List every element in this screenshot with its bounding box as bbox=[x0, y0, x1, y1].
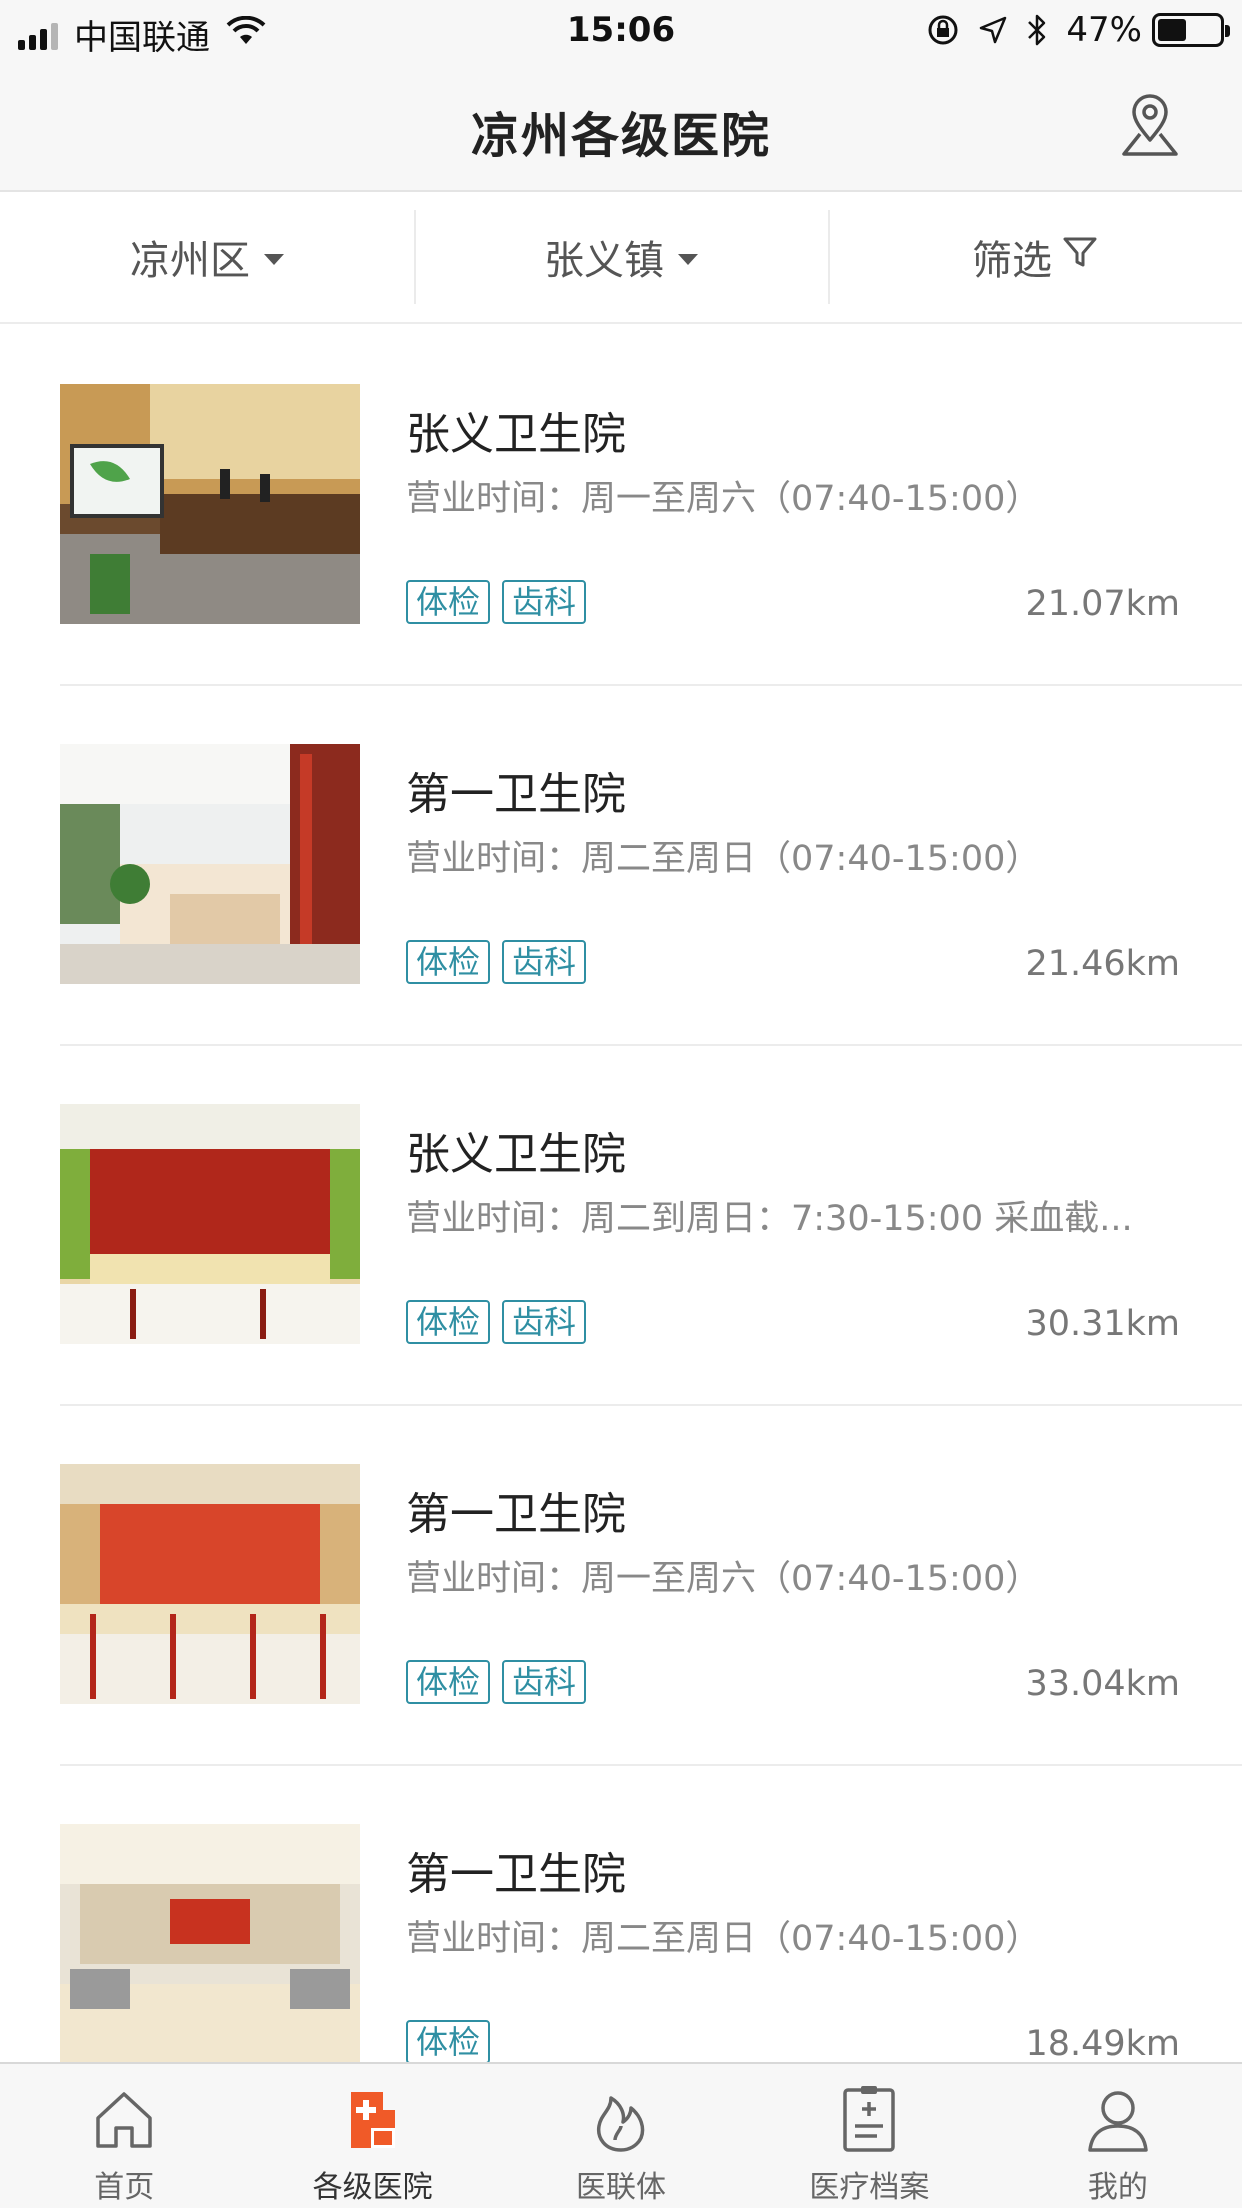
hospital-distance: 18.49km bbox=[1025, 2024, 1180, 2064]
district-filter-label: 凉州区 bbox=[130, 238, 250, 284]
tab-hospitals-label: 各级医院 bbox=[312, 2170, 433, 2205]
hospital-distance: 21.07km bbox=[1025, 584, 1180, 624]
hospital-hours: 营业时间：周一至周六（07:40-15:00） bbox=[406, 1559, 1041, 1599]
hospital-tags: 体检 齿科 bbox=[406, 580, 598, 624]
hospital-tags: 体检 齿科 bbox=[406, 1300, 598, 1344]
hospital-distance: 21.46km bbox=[1025, 944, 1180, 984]
tag-dental: 齿科 bbox=[502, 1660, 587, 1704]
hospital-photo bbox=[60, 384, 360, 624]
hospital-hours: 营业时间：周二到周日：7:30-15:00 采血截... bbox=[406, 1199, 1133, 1239]
tab-profile[interactable]: 我的 bbox=[994, 2064, 1242, 2208]
tab-profile-label: 我的 bbox=[1087, 2170, 1148, 2205]
hospital-list-item[interactable]: 第一卫生院 营业时间：周一至周六（07:40-15:00） 体检 齿科 33.0… bbox=[0, 1406, 1242, 1766]
hospital-name: 张义卫生院 bbox=[406, 409, 626, 460]
tag-dental: 齿科 bbox=[502, 1300, 587, 1344]
tab-alliance-label: 医联体 bbox=[576, 2170, 667, 2205]
tab-bar: 首页 各级医院 医联体 医疗档案 我的 bbox=[0, 2062, 1242, 2208]
rotation-lock-icon bbox=[926, 13, 960, 47]
filter-button[interactable]: 筛选 bbox=[828, 192, 1242, 322]
hospital-photo bbox=[60, 744, 360, 984]
nav-bar: 凉州各级医院 bbox=[0, 60, 1242, 192]
caret-down-icon bbox=[264, 253, 284, 265]
caret-down-icon bbox=[678, 253, 698, 265]
town-filter[interactable]: 张义镇 bbox=[414, 192, 828, 322]
tab-records-label: 医疗档案 bbox=[809, 2170, 930, 2205]
status-right: 47% bbox=[926, 10, 1230, 50]
filter-button-label: 筛选 bbox=[972, 238, 1052, 284]
hospital-icon bbox=[350, 2092, 395, 2148]
battery-percent: 47% bbox=[1066, 10, 1142, 50]
tab-home-label: 首页 bbox=[94, 2170, 155, 2205]
home-icon bbox=[96, 2092, 152, 2148]
tab-records[interactable]: 医疗档案 bbox=[745, 2064, 993, 2208]
hospital-tags: 体检 齿科 bbox=[406, 1660, 598, 1704]
tab-home[interactable]: 首页 bbox=[0, 2064, 248, 2208]
hospital-hours: 营业时间：周二至周日（07:40-15:00） bbox=[406, 839, 1041, 879]
tag-checkup: 体检 bbox=[406, 940, 491, 984]
tag-dental: 齿科 bbox=[502, 940, 587, 984]
hospital-list-item[interactable]: 张义卫生院 营业时间：周一至周六（07:40-15:00） 体检 齿科 21.0… bbox=[0, 326, 1242, 686]
page-title: 凉州各级医院 bbox=[470, 108, 771, 164]
tag-checkup: 体检 bbox=[406, 580, 491, 624]
hospital-photo bbox=[60, 1824, 360, 2064]
tag-dental: 齿科 bbox=[502, 580, 587, 624]
hospital-distance: 33.04km bbox=[1025, 1664, 1180, 1704]
town-filter-label: 张义镇 bbox=[544, 238, 664, 284]
hospital-hours: 营业时间：周二至周日（07:40-15:00） bbox=[406, 1919, 1041, 1959]
hospital-list: 张义卫生院 营业时间：周一至周六（07:40-15:00） 体检 齿科 21.0… bbox=[0, 326, 1242, 2126]
hospital-distance: 30.31km bbox=[1025, 1304, 1180, 1344]
tab-hospitals[interactable]: 各级医院 bbox=[248, 2064, 496, 2208]
status-bar: 中国联通 15:06 47% bbox=[0, 0, 1242, 60]
funnel-icon bbox=[1062, 234, 1098, 280]
tag-checkup: 体检 bbox=[406, 1660, 491, 1704]
hospital-tags: 体检 齿科 bbox=[406, 940, 598, 984]
battery-icon bbox=[1152, 13, 1230, 47]
hospital-name: 第一卫生院 bbox=[406, 1489, 626, 1540]
district-filter[interactable]: 凉州区 bbox=[0, 192, 414, 322]
hospital-list-item[interactable]: 第一卫生院 营业时间：周二至周日（07:40-15:00） 体检 齿科 21.4… bbox=[0, 686, 1242, 1046]
location-arrow-icon bbox=[978, 15, 1008, 45]
person-icon bbox=[1088, 2091, 1148, 2152]
medical-record-icon bbox=[843, 2086, 896, 2152]
tag-checkup: 体检 bbox=[406, 2020, 491, 2064]
hospital-photo bbox=[60, 1464, 360, 1704]
tag-checkup: 体检 bbox=[406, 1300, 491, 1344]
hospital-name: 第一卫生院 bbox=[406, 1849, 626, 1900]
location-pin-icon[interactable] bbox=[1114, 88, 1186, 160]
filter-bar: 凉州区 张义镇 筛选 bbox=[0, 192, 1242, 324]
hospital-name: 张义卫生院 bbox=[406, 1129, 626, 1180]
hospital-hours: 营业时间：周一至周六（07:40-15:00） bbox=[406, 479, 1041, 519]
hospital-photo bbox=[60, 1104, 360, 1344]
bluetooth-icon bbox=[1026, 13, 1048, 47]
hospital-tags: 体检 bbox=[406, 2020, 502, 2064]
flame-icon bbox=[596, 2096, 645, 2152]
tab-alliance[interactable]: 医联体 bbox=[497, 2064, 745, 2208]
hospital-list-item[interactable]: 张义卫生院 营业时间：周二到周日：7:30-15:00 采血截... 体检 齿科… bbox=[0, 1046, 1242, 1406]
hospital-name: 第一卫生院 bbox=[406, 769, 626, 820]
